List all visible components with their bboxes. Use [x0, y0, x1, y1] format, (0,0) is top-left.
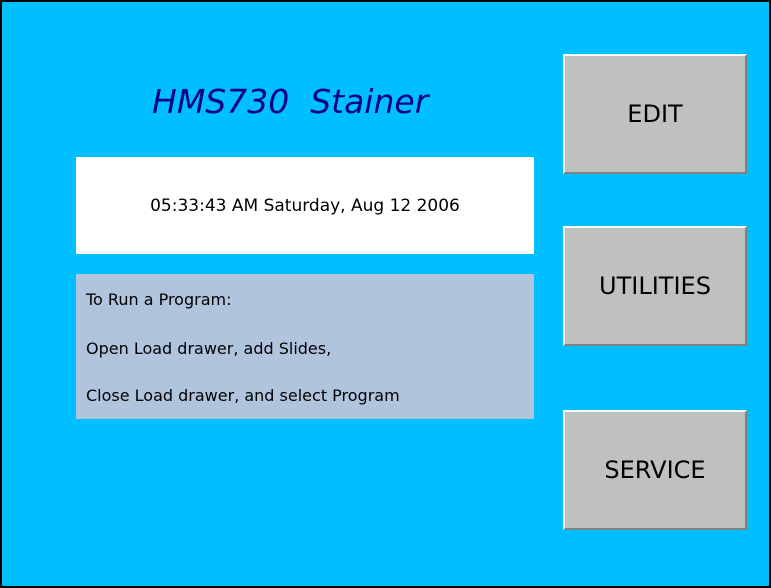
instruction-line-1: To Run a Program: — [86, 290, 232, 309]
edit-button[interactable]: EDIT — [563, 54, 747, 174]
instruction-line-3: Close Load drawer, and select Program — [86, 386, 400, 405]
main-screen: HMS730 Stainer 05:33:43 AM Saturday, Aug… — [0, 0, 771, 588]
utilities-button[interactable]: UTILITIES — [563, 226, 747, 346]
datetime-panel: 05:33:43 AM Saturday, Aug 12 2006 — [76, 157, 534, 254]
service-button[interactable]: SERVICE — [563, 410, 747, 530]
app-title: HMS730 Stainer — [152, 82, 429, 121]
datetime-display: 05:33:43 AM Saturday, Aug 12 2006 — [150, 195, 460, 216]
instructions-panel: To Run a Program: Open Load drawer, add … — [76, 274, 534, 419]
instruction-line-2: Open Load drawer, add Slides, — [86, 339, 332, 358]
